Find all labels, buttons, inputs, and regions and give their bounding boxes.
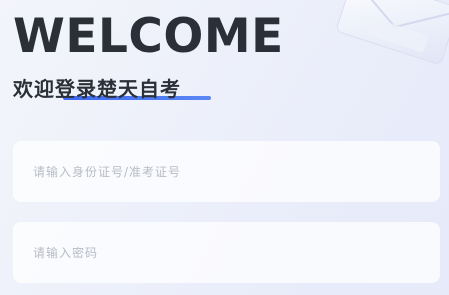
login-subtitle: 欢迎登录楚天自考 <box>13 77 181 101</box>
password-input[interactable] <box>33 222 420 283</box>
password-field[interactable] <box>13 222 440 283</box>
id-number-field[interactable] <box>13 141 440 202</box>
id-number-input[interactable] <box>33 141 420 202</box>
decorative-envelope-graphic <box>336 0 449 64</box>
subtitle-block: 欢迎登录楚天自考 <box>13 74 211 108</box>
welcome-heading: WELCOME <box>13 9 284 64</box>
